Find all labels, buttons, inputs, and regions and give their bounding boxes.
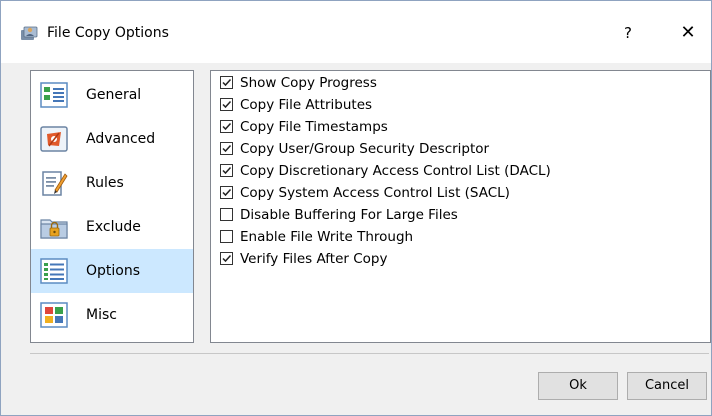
help-button[interactable]: ? — [613, 19, 643, 47]
option-label: Verify Files After Copy — [240, 251, 388, 267]
sidebar-item-advanced[interactable]: Advanced — [31, 117, 193, 161]
sidebar-item-label: General — [86, 87, 142, 103]
option-label: Copy Discretionary Access Control List (… — [240, 163, 551, 179]
close-button[interactable]: ✕ — [673, 19, 703, 47]
checkbox[interactable] — [220, 142, 233, 155]
sidebar-item-label: Misc — [86, 307, 117, 323]
sidebar-item-label: Options — [86, 263, 141, 279]
checkbox[interactable] — [220, 76, 233, 89]
option-label: Copy File Attributes — [240, 97, 373, 113]
title-bar: File Copy Options ? ✕ — [1, 1, 711, 63]
sidebar-item-exclude[interactable]: Exclude — [31, 205, 193, 249]
option-label: Copy File Timestamps — [240, 119, 388, 135]
checkbox[interactable] — [220, 186, 233, 199]
checkbox[interactable] — [220, 98, 233, 111]
checkbox[interactable] — [220, 120, 233, 133]
sidebar-item-label: Rules — [86, 175, 124, 191]
option-label: Copy User/Group Security Descriptor — [240, 141, 490, 157]
exclude-lock-folder-icon — [39, 212, 69, 242]
separator-line — [30, 353, 709, 354]
dialog-title: File Copy Options — [47, 25, 169, 41]
checkbox[interactable] — [220, 252, 233, 265]
misc-grid-icon — [39, 300, 69, 330]
sidebar-item-label: Advanced — [86, 131, 156, 147]
ok-button[interactable]: Ok — [538, 372, 618, 400]
options-list-icon — [39, 256, 69, 286]
general-list-icon — [39, 80, 69, 110]
sidebar-item-general[interactable]: General — [31, 73, 193, 117]
option-label: Copy System Access Control List (SACL) — [240, 185, 510, 201]
cancel-button[interactable]: Cancel — [627, 372, 707, 400]
app-icon — [20, 24, 38, 42]
options-category-list: General Advanced Rules Exclude Options M… — [30, 70, 194, 343]
checkbox[interactable] — [220, 230, 233, 243]
checkbox[interactable] — [220, 208, 233, 221]
checkbox[interactable] — [220, 164, 233, 177]
sidebar-item-options[interactable]: Options — [31, 249, 193, 293]
file-copy-options-dialog: File Copy Options ? ✕ General Advanced R… — [0, 0, 712, 416]
option-label: Show Copy Progress — [240, 75, 377, 91]
advanced-icon — [39, 124, 69, 154]
sidebar-item-misc[interactable]: Misc — [31, 293, 193, 337]
options-panel: Show Copy Progress Copy File Attributes … — [210, 70, 711, 343]
rules-icon — [39, 168, 69, 198]
sidebar-item-label: Exclude — [86, 219, 141, 235]
option-label: Enable File Write Through — [240, 229, 414, 245]
option-label: Disable Buffering For Large Files — [240, 207, 458, 223]
sidebar-item-rules[interactable]: Rules — [31, 161, 193, 205]
